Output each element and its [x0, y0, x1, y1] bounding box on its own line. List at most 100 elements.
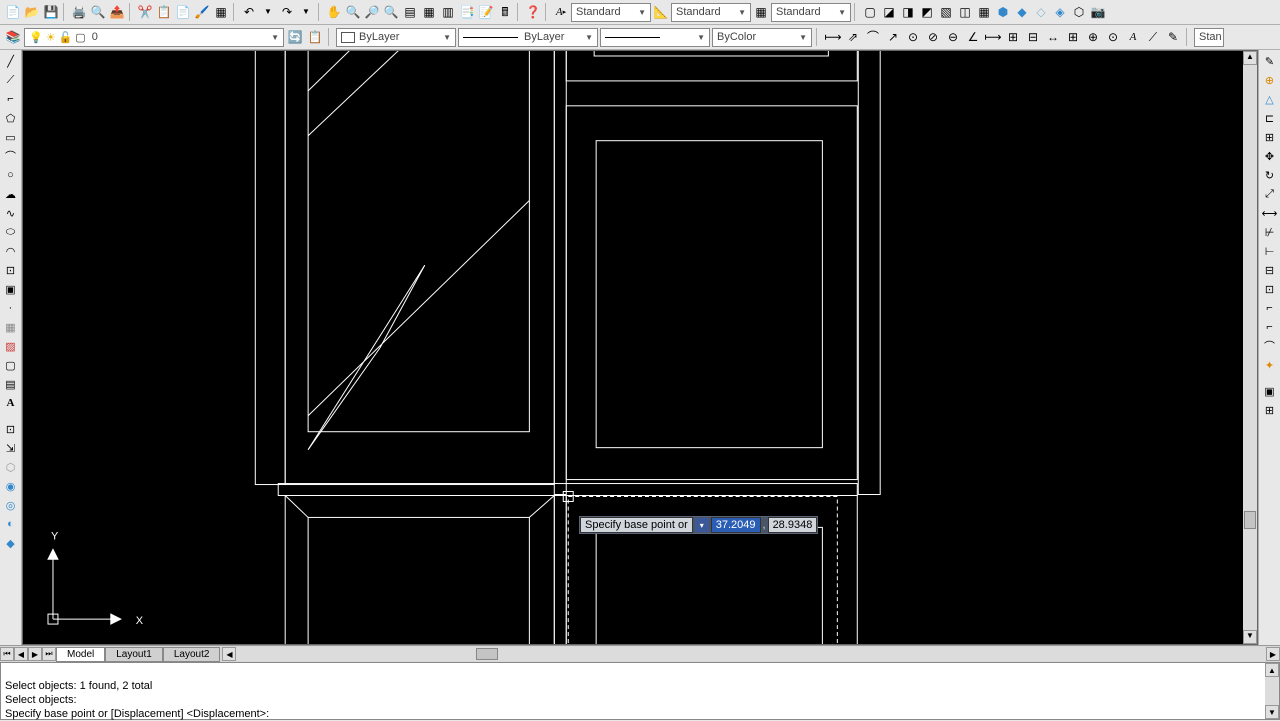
plot-preview-icon[interactable]: 🔍 — [89, 3, 107, 21]
mirror-icon[interactable]: △ — [1261, 90, 1279, 108]
dim-aligned-icon[interactable]: ⇗ — [844, 28, 862, 46]
pan-icon[interactable]: ✋ — [325, 3, 343, 21]
text-style-dropdown[interactable]: Standard ▼ — [571, 3, 651, 22]
quickcalc-icon[interactable]: 🖩 — [496, 3, 514, 21]
dynamic-menu-icon[interactable]: ▾ — [695, 518, 709, 532]
cmd-scrollbar[interactable]: ▲ ▼ — [1265, 663, 1279, 719]
3d-solid-icon[interactable]: ◆ — [2, 534, 20, 552]
tab-layout1[interactable]: Layout1 — [105, 647, 163, 662]
break-at-icon[interactable]: ⊟ — [1261, 261, 1279, 279]
cmd-scroll-down-icon[interactable]: ▼ — [1265, 705, 1279, 719]
command-window[interactable]: Select objects: 1 found, 2 total Select … — [0, 662, 1280, 720]
chamfer-icon[interactable]: ⌐ — [1261, 318, 1279, 336]
rotate-icon[interactable]: ↻ — [1261, 166, 1279, 184]
text-style-icon[interactable]: A▸ — [552, 3, 570, 21]
helix-icon[interactable]: ◉ — [2, 477, 20, 495]
3d-view5-icon[interactable]: ▦ — [975, 3, 993, 21]
donut-icon[interactable]: ◎ — [2, 496, 20, 514]
redo-dd-icon[interactable]: ▼ — [297, 3, 315, 21]
table-style-icon[interactable]: ▦ — [752, 3, 770, 21]
drawing-canvas[interactable]: X Y Specify base point or ▾ 37.2049 , 28… — [22, 50, 1258, 645]
3d-poly-icon[interactable]: ⬡ — [2, 458, 20, 476]
open-icon[interactable]: 📂 — [23, 3, 41, 21]
dim-baseline-icon[interactable]: ⊞ — [1004, 28, 1022, 46]
cut-icon[interactable]: ✂️ — [136, 3, 154, 21]
spline-icon[interactable]: ∿ — [2, 204, 20, 222]
dynamic-x-field[interactable]: 37.2049 — [711, 517, 761, 533]
linetype-dropdown[interactable]: ByLayer ▼ — [336, 28, 456, 47]
3d-box-icon[interactable]: ⬢ — [994, 3, 1012, 21]
dim-inspect-icon[interactable]: A — [1124, 28, 1142, 46]
draworder-icon[interactable]: ▣ — [1261, 382, 1279, 400]
zoom-previous-icon[interactable]: 🔍 — [382, 3, 400, 21]
dim-diameter-icon[interactable]: ⊖ — [944, 28, 962, 46]
tab-first-icon[interactable]: ⏮ — [0, 647, 14, 661]
dim-edit-icon[interactable]: ✎ — [1164, 28, 1182, 46]
tab-layout2[interactable]: Layout2 — [163, 647, 221, 662]
layer-prev-icon[interactable]: 🔄 — [286, 28, 304, 46]
ellipse-arc-icon[interactable]: ◠ — [2, 242, 20, 260]
3d-view4-icon[interactable]: ◫ — [956, 3, 974, 21]
match-props-icon[interactable]: 🖌️ — [193, 3, 211, 21]
erase-icon[interactable]: ✎ — [1261, 52, 1279, 70]
ellipse-icon[interactable]: ⬭ — [2, 223, 20, 241]
dynamic-y-field[interactable]: 28.9348 — [768, 517, 818, 533]
dim-linear-icon[interactable]: ⟼ — [824, 28, 842, 46]
markup-icon[interactable]: 📝 — [477, 3, 495, 21]
dim-style-icon[interactable]: 📐 — [652, 3, 670, 21]
block-editor-icon[interactable]: ▦ — [212, 3, 230, 21]
sheet-set-icon[interactable]: 📑 — [458, 3, 476, 21]
fillet-icon[interactable]: ⌒ — [1261, 337, 1279, 355]
dim-radius-icon[interactable]: ⊙ — [904, 28, 922, 46]
plotcolor-dropdown[interactable]: ▼ — [600, 28, 710, 47]
wipeout-icon[interactable]: ◐ — [2, 515, 20, 533]
point-icon[interactable]: · — [2, 299, 20, 317]
rectangle-icon[interactable]: ▭ — [2, 128, 20, 146]
break-icon[interactable]: ⊡ — [1261, 280, 1279, 298]
dim-arc-icon[interactable]: ⌒ — [864, 28, 882, 46]
layer-state-icon[interactable]: 📋 — [306, 28, 324, 46]
polygon-icon[interactable]: ⬠ — [2, 109, 20, 127]
extend-icon[interactable]: ⊢ — [1261, 242, 1279, 260]
vertical-scrollbar[interactable]: ▲ ▼ — [1243, 51, 1257, 644]
copy-obj-icon[interactable]: ⊕ — [1261, 71, 1279, 89]
3d-iso1-icon[interactable]: ◆ — [1013, 3, 1031, 21]
array-icon[interactable]: ⊞ — [1261, 128, 1279, 146]
tool-palette-icon[interactable]: ▥ — [439, 3, 457, 21]
addselected-icon[interactable]: ⊡ — [2, 420, 20, 438]
dim-angular-icon[interactable]: ∠ — [964, 28, 982, 46]
help-icon[interactable]: ❓ — [524, 3, 542, 21]
cmd-scroll-up-icon[interactable]: ▲ — [1265, 663, 1279, 677]
make-block-icon[interactable]: ▣ — [2, 280, 20, 298]
save-icon[interactable]: 💾 — [42, 3, 60, 21]
hscroll-thumb[interactable] — [476, 648, 498, 660]
3d-iso2-icon[interactable]: ◇ — [1032, 3, 1050, 21]
3d-view1-icon[interactable]: ◨ — [899, 3, 917, 21]
properties-icon[interactable]: ▤ — [401, 3, 419, 21]
scale-icon[interactable]: ⤢ — [1261, 185, 1279, 203]
tab-next-icon[interactable]: ▶ — [28, 647, 42, 661]
join-icon[interactable]: ⌐ — [1261, 299, 1279, 317]
measuregeom-icon[interactable]: ⇲ — [2, 439, 20, 457]
design-center-icon[interactable]: ▦ — [420, 3, 438, 21]
named-views-icon[interactable]: ◪ — [880, 3, 898, 21]
trim-icon[interactable]: ⊬ — [1261, 223, 1279, 241]
color-dropdown[interactable]: ByColor ▼ — [712, 28, 812, 47]
circle-icon[interactable]: ○ — [2, 166, 20, 184]
dim-style-dropdown[interactable]: Standard ▼ — [671, 3, 751, 22]
dim-continue-icon[interactable]: ⊟ — [1024, 28, 1042, 46]
new-icon[interactable]: 📄 — [4, 3, 22, 21]
3d-view2-icon[interactable]: ◩ — [918, 3, 936, 21]
dim-space-icon[interactable]: ↔ — [1044, 28, 1062, 46]
insert-block-icon[interactable]: ⊡ — [2, 261, 20, 279]
redo-icon[interactable]: ↷ — [278, 3, 296, 21]
dim-ord-icon[interactable]: ↗ — [884, 28, 902, 46]
layer-dropdown[interactable]: 💡 ☀ 🔓 ▢ 0 ▼ — [24, 28, 284, 47]
copy-icon[interactable]: 📋 — [155, 3, 173, 21]
mtext-icon[interactable]: A — [2, 394, 20, 412]
line-icon[interactable]: ╱ — [2, 52, 20, 70]
dim-center-icon[interactable]: ⊙ — [1104, 28, 1122, 46]
dim-break-icon[interactable]: ⊞ — [1064, 28, 1082, 46]
layer-props-icon[interactable]: 📚 — [4, 28, 22, 46]
publish-icon[interactable]: 📤 — [108, 3, 126, 21]
